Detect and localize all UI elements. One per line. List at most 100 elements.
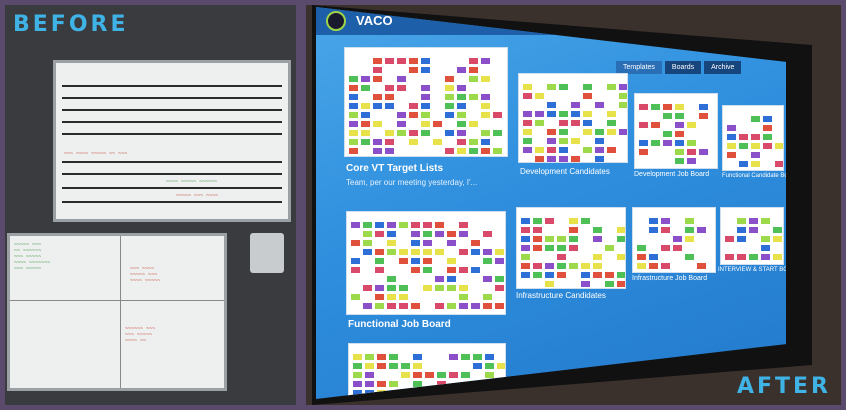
sticky-card — [399, 222, 408, 228]
sticky-card — [401, 363, 410, 369]
sticky-card — [751, 116, 760, 122]
sticky-card — [481, 139, 490, 145]
board-thumb-functional-candidate[interactable] — [722, 105, 784, 171]
sticky-card — [583, 147, 592, 153]
board-thumb-infra-candidates[interactable] — [516, 207, 626, 289]
sticky-card — [375, 231, 384, 237]
sticky-card — [411, 249, 420, 255]
sticky-card — [437, 372, 446, 378]
sticky-card — [619, 93, 627, 99]
board-thumb-dev-job[interactable] — [634, 93, 718, 169]
sticky-card — [473, 354, 482, 360]
sticky-card — [447, 231, 456, 237]
sticky-card — [457, 103, 466, 109]
sticky-card — [435, 276, 444, 282]
sticky-card — [481, 94, 490, 100]
sticky-card — [687, 149, 696, 155]
sticky-card — [569, 227, 578, 233]
sticky-card — [675, 104, 684, 110]
whiteboard-bottom: ~~~~~ ~~~ ~~ ~~~~~~ ~~~ ~~~~~ ~~~~ ~~~~~~~ ~… — [7, 233, 227, 391]
sticky-card — [459, 231, 468, 237]
sticky-card — [607, 147, 616, 153]
sticky-card — [523, 129, 532, 135]
board-thumb-infra-job[interactable] — [632, 207, 716, 273]
sticky-card — [363, 240, 372, 246]
sticky-card — [399, 303, 408, 309]
sticky-card — [523, 138, 532, 144]
sticky-card — [687, 158, 696, 164]
sticky-card — [387, 249, 396, 255]
sticky-card — [423, 258, 432, 264]
sticky-card — [583, 129, 592, 135]
sticky-card — [495, 285, 504, 291]
sticky-card — [351, 267, 360, 273]
sticky-card — [373, 58, 382, 64]
sticky-card — [559, 129, 568, 135]
tab-archive[interactable]: Archive — [704, 61, 742, 74]
vaco-logo-icon — [326, 11, 346, 31]
sticky-card — [595, 138, 604, 144]
sticky-card — [619, 84, 627, 90]
sticky-card — [365, 381, 374, 387]
sticky-card — [373, 103, 382, 109]
sticky-card — [365, 372, 374, 378]
sticky-card — [607, 111, 616, 117]
sticky-card — [675, 149, 684, 155]
sticky-card — [547, 102, 556, 108]
sticky-card — [361, 76, 370, 82]
sticky-card — [663, 131, 672, 137]
board-thumb-interview-start[interactable] — [720, 207, 784, 265]
sticky-card — [413, 399, 422, 405]
board-thumb-core-vt[interactable] — [344, 47, 508, 157]
sticky-card — [445, 103, 454, 109]
sticky-card — [459, 285, 468, 291]
sticky-card — [461, 372, 470, 378]
sticky-card — [637, 245, 646, 251]
sticky-card — [751, 143, 760, 149]
sticky-card — [617, 254, 625, 260]
sticky-card — [547, 147, 556, 153]
sticky-card — [533, 227, 542, 233]
sticky-card — [749, 254, 758, 260]
sticky-card — [353, 381, 362, 387]
sticky-card — [523, 93, 532, 99]
sticky-card — [435, 249, 444, 255]
sticky-card — [661, 263, 670, 269]
sticky-card — [583, 84, 592, 90]
sticky-card — [547, 156, 556, 162]
tab-boards[interactable]: Boards — [664, 61, 702, 74]
sticky-card — [739, 161, 748, 167]
board-thumb-dev-candidates[interactable] — [518, 73, 628, 163]
sticky-card — [375, 249, 384, 255]
sticky-card — [421, 112, 430, 118]
sticky-card — [423, 222, 432, 228]
sticky-card — [685, 218, 694, 224]
sticky-card — [595, 129, 604, 135]
sticky-card — [389, 399, 398, 405]
sticky-card — [385, 139, 394, 145]
sticky-card — [375, 258, 384, 264]
sticky-card — [761, 236, 770, 242]
sticky-card — [373, 121, 382, 127]
sticky-card — [685, 254, 694, 260]
sticky-card — [763, 134, 772, 140]
sticky-card — [361, 103, 370, 109]
sticky-card — [473, 399, 482, 405]
sticky-card — [481, 130, 490, 136]
sticky-card — [457, 139, 466, 145]
sticky-card — [651, 122, 660, 128]
sticky-card — [399, 249, 408, 255]
sticky-card — [459, 222, 468, 228]
board-name: Development Candidates — [520, 167, 610, 176]
sticky-card — [365, 354, 374, 360]
sticky-card — [685, 227, 694, 233]
sticky-card — [545, 281, 554, 287]
board-thumb-functional-job[interactable] — [346, 211, 506, 315]
sticky-card — [593, 254, 602, 260]
sticky-card — [481, 112, 490, 118]
sticky-card — [533, 272, 542, 278]
sticky-card — [737, 254, 746, 260]
sticky-card — [461, 399, 470, 405]
sticky-card — [559, 120, 568, 126]
sticky-card — [637, 254, 646, 260]
